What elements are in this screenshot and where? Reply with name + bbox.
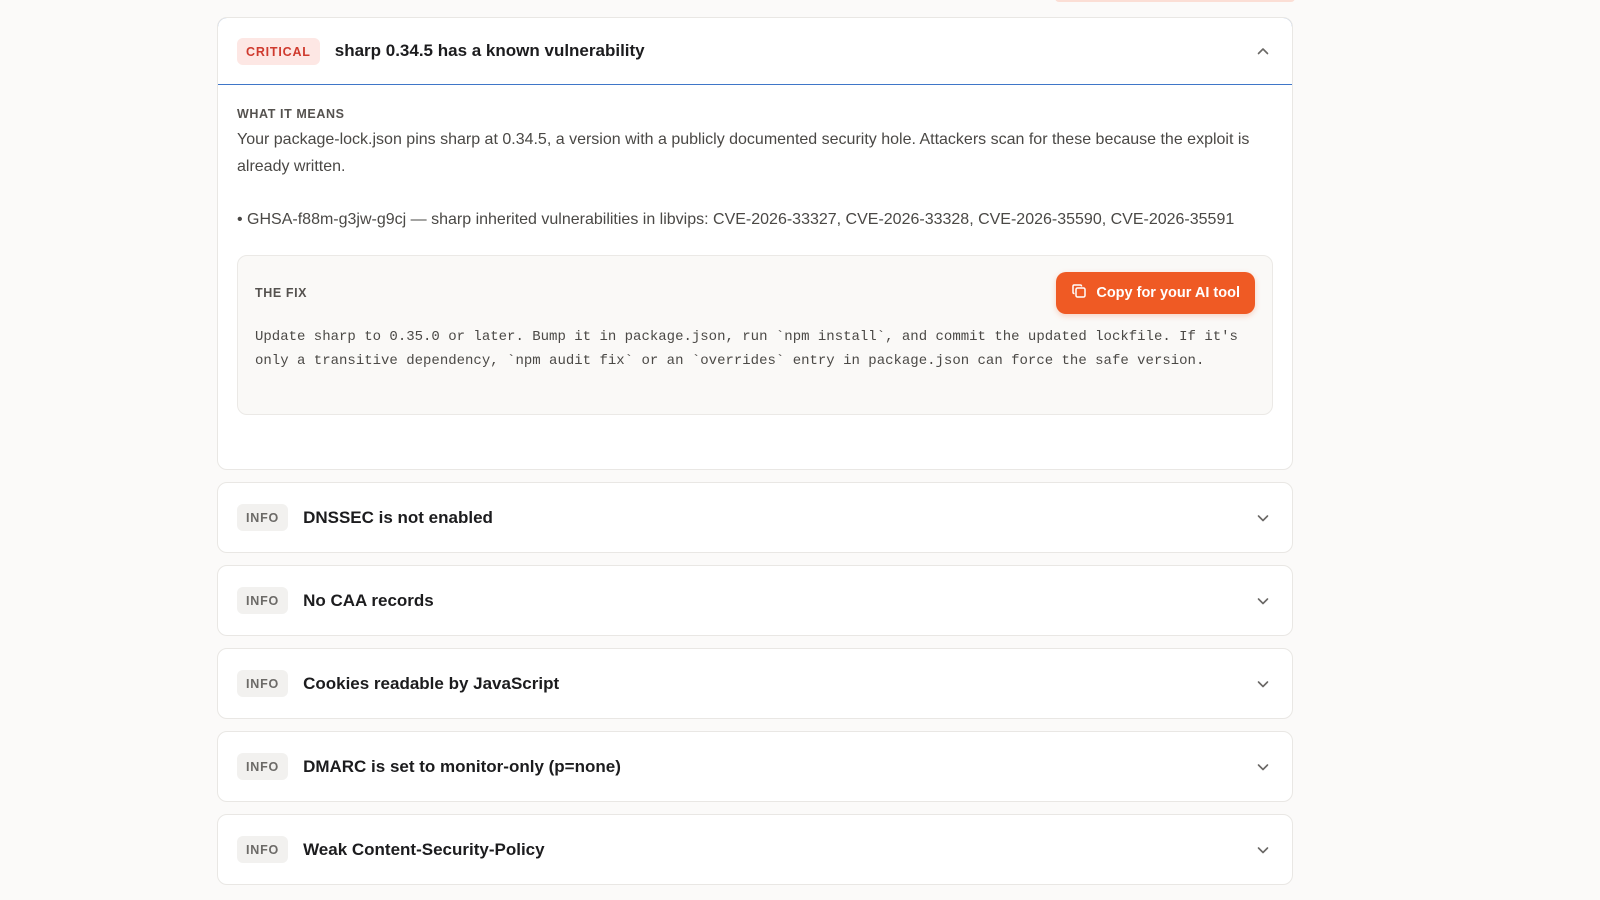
- what-it-means-label: WHAT IT MEANS: [237, 107, 345, 121]
- finding-card[interactable]: INFO Weak Content-Security-Policy: [217, 814, 1293, 885]
- chevron-down-icon[interactable]: [1256, 511, 1270, 525]
- fix-panel: THE FIX Copy for your AI tool Update sha…: [237, 255, 1273, 415]
- chevron-down-icon[interactable]: [1256, 760, 1270, 774]
- chevron-down-icon[interactable]: [1256, 594, 1270, 608]
- finding-title: Cookies readable by JavaScript: [303, 673, 560, 693]
- finding-description: Your package-lock.json pins sharp at 0.3…: [237, 131, 1250, 175]
- top-accent-bar: [1055, 0, 1295, 2]
- finding-header[interactable]: INFO Cookies readable by JavaScript: [218, 649, 1292, 718]
- finding-card[interactable]: INFO DMARC is set to monitor-only (p=non…: [217, 731, 1293, 802]
- finding-header[interactable]: INFO DMARC is set to monitor-only (p=non…: [218, 732, 1292, 801]
- severity-badge: INFO: [237, 836, 289, 863]
- chevron-down-icon[interactable]: [1256, 843, 1270, 857]
- copy-button-label: Copy for your AI tool: [1096, 285, 1240, 301]
- severity-badge: INFO: [237, 587, 289, 614]
- finding-card-critical: CRITICAL sharp 0.34.5 has a known vulner…: [217, 17, 1293, 470]
- advisory-item: • GHSA-f88m-g3jw-g9cj — sharp inherited …: [237, 211, 1235, 228]
- finding-title: Weak Content-Security-Policy: [303, 839, 545, 859]
- fix-instructions: Update sharp to 0.35.0 or later. Bump it…: [255, 329, 1238, 369]
- finding-title: DNSSEC is not enabled: [303, 507, 493, 527]
- chevron-up-icon[interactable]: [1256, 44, 1270, 58]
- finding-body: WHAT IT MEANS Your package-lock.json pin…: [218, 85, 1292, 415]
- finding-card[interactable]: INFO No CAA records: [217, 565, 1293, 636]
- finding-title: DMARC is set to monitor-only (p=none): [303, 756, 621, 776]
- copy-icon: [1071, 283, 1087, 303]
- severity-badge: INFO: [237, 670, 289, 697]
- finding-card[interactable]: INFO DNSSEC is not enabled: [217, 482, 1293, 553]
- fix-label: THE FIX: [255, 286, 308, 300]
- finding-header[interactable]: CRITICAL sharp 0.34.5 has a known vulner…: [218, 18, 1292, 85]
- severity-badge: INFO: [237, 504, 289, 531]
- chevron-down-icon[interactable]: [1256, 677, 1270, 691]
- finding-title: No CAA records: [303, 590, 434, 610]
- copy-for-ai-button[interactable]: Copy for your AI tool: [1056, 272, 1255, 314]
- finding-header[interactable]: INFO DNSSEC is not enabled: [218, 483, 1292, 552]
- severity-badge: CRITICAL: [237, 37, 320, 65]
- finding-card[interactable]: INFO Cookies readable by JavaScript: [217, 648, 1293, 719]
- finding-header[interactable]: INFO Weak Content-Security-Policy: [218, 815, 1292, 884]
- findings-list: CRITICAL sharp 0.34.5 has a known vulner…: [217, 17, 1293, 897]
- severity-badge: INFO: [237, 753, 289, 780]
- finding-header[interactable]: INFO No CAA records: [218, 566, 1292, 635]
- finding-title: sharp 0.34.5 has a known vulnerability: [334, 41, 645, 60]
